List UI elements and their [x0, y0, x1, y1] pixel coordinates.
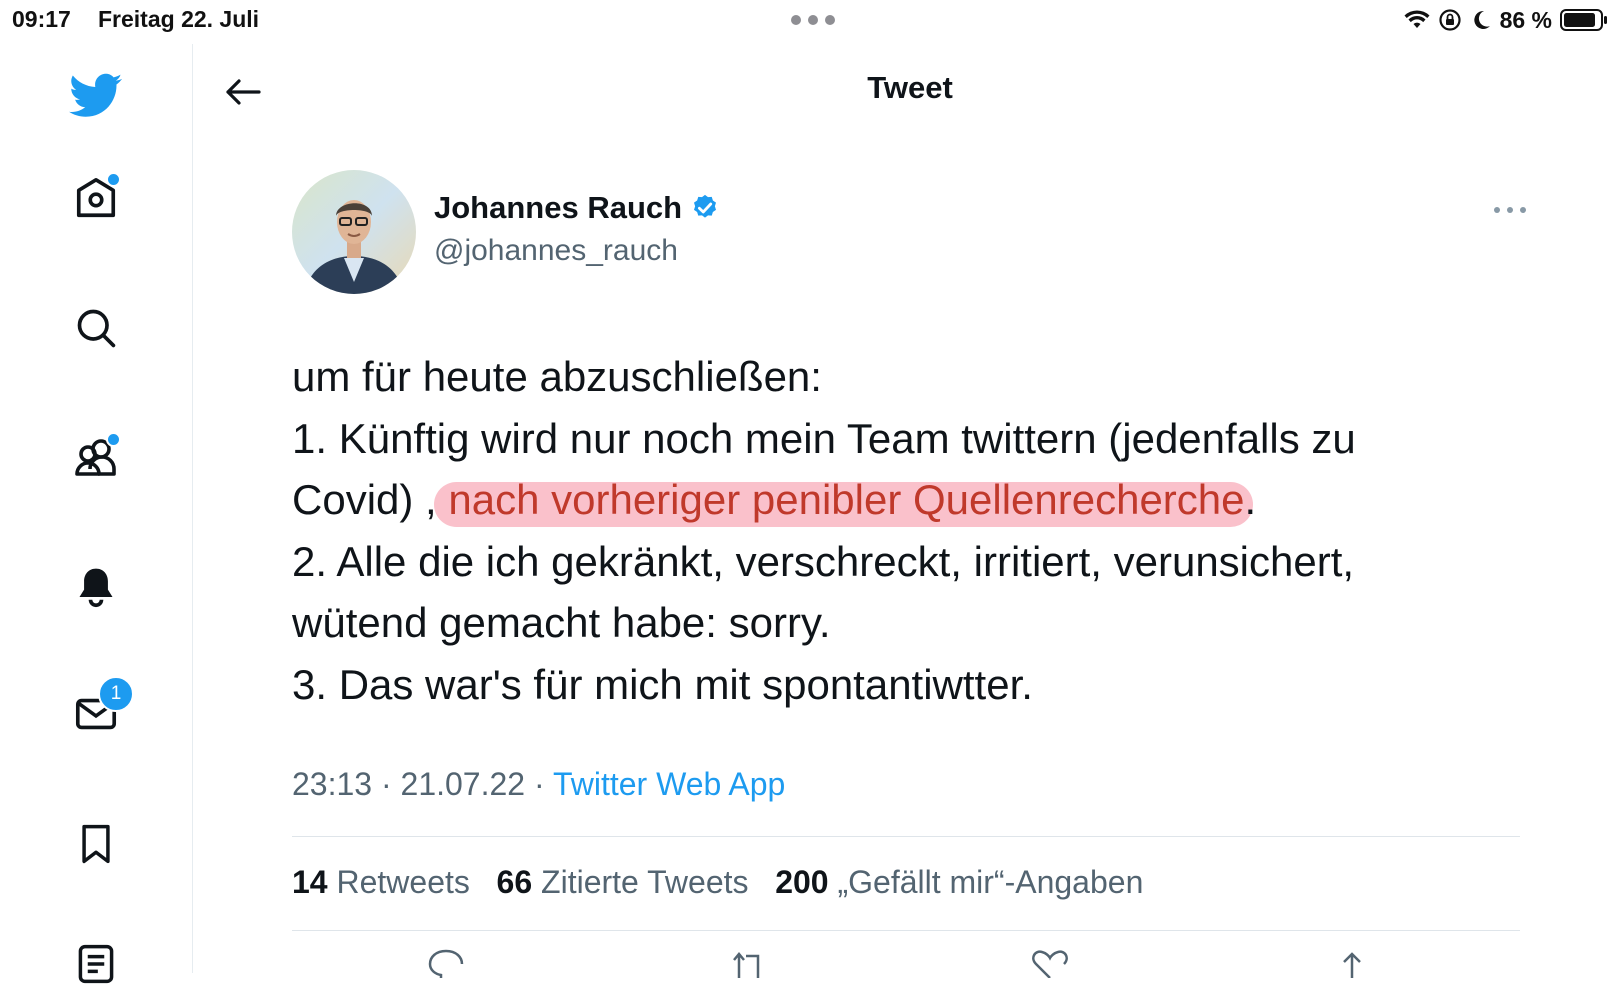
more-horizontal-icon[interactable] — [1490, 200, 1530, 220]
nav-lists[interactable] — [66, 934, 126, 994]
tweet-timestamp[interactable]: 23:13 · 21.07.22 · — [292, 766, 553, 802]
moon-icon — [1473, 10, 1490, 29]
back-button[interactable] — [220, 72, 266, 112]
retweet-icon[interactable] — [728, 948, 768, 978]
quotes-count: 66 — [496, 864, 533, 900]
tweet-stats: 14 Retweets 66 Zitierte Tweets 200 „Gefä… — [292, 864, 1143, 901]
retweets-stat[interactable]: 14 Retweets — [292, 864, 470, 900]
list-icon — [78, 944, 114, 984]
nav-messages[interactable]: 1 — [66, 676, 134, 744]
nav-notifications[interactable] — [66, 556, 126, 616]
share-icon[interactable] — [1332, 948, 1372, 978]
avatar[interactable] — [292, 170, 416, 294]
tweet-line-segment: . — [1244, 476, 1257, 523]
twitter-bird-icon — [69, 73, 123, 117]
highlighted-text: nach vorheriger penibler Quellenrecherch… — [448, 476, 1245, 523]
nav-communities[interactable] — [66, 428, 126, 488]
bell-icon — [79, 568, 113, 607]
verified-badge-icon — [694, 194, 717, 218]
search-icon — [77, 309, 116, 348]
status-date: Freitag 22. Juli — [98, 6, 260, 32]
orientation-lock-icon — [1438, 9, 1461, 31]
like-icon[interactable] — [1030, 948, 1070, 978]
reply-icon[interactable] — [426, 948, 466, 978]
author-handle[interactable]: @johannes_rauch — [434, 234, 678, 268]
tweet-line-highlighted: Covid) , nach vorheriger penibler Quelle… — [292, 469, 1542, 531]
tweet-meta: 23:13 · 21.07.22 · Twitter Web App — [292, 766, 785, 803]
tweet-line: 2. Alle die ich gekränkt, verschreckt, i… — [292, 537, 1355, 585]
retweets-count: 14 — [292, 864, 328, 900]
tweet-line: um für heute abzuschließen: — [292, 353, 822, 400]
nav-home[interactable] — [66, 168, 126, 228]
sidebar: 1 — [0, 44, 193, 984]
divider — [292, 836, 1520, 837]
status-bar: 09:17 Freitag 22. Juli 86 % — [0, 0, 1620, 44]
tweet-line-segment: Covid) , — [292, 476, 449, 523]
tweet-line: 3. Das war's für mich mit spontantiwtter… — [292, 660, 1033, 708]
author-photo — [292, 170, 416, 294]
battery-percent: 86 % — [1499, 6, 1552, 33]
tweet-source-link[interactable]: Twitter Web App — [553, 766, 785, 802]
author-name[interactable]: Johannes Rauch — [434, 190, 720, 226]
status-time: 09:17 — [12, 6, 71, 32]
likes-count: 200 — [775, 864, 829, 900]
page-title: Tweet — [867, 70, 953, 105]
retweets-label: Retweets — [336, 864, 470, 900]
communities-unread-dot — [106, 432, 121, 447]
tweet-text: um für heute abzuschließen: 1. Künftig w… — [292, 346, 1542, 715]
likes-label: „Gefällt mir“-Angaben — [837, 864, 1144, 900]
home-unread-dot — [106, 172, 121, 187]
messages-badge: 1 — [98, 676, 134, 712]
likes-stat[interactable]: 200 „Gefällt mir“-Angaben — [775, 864, 1143, 900]
bookmark-icon — [82, 824, 110, 864]
status-right: 86 % — [1404, 6, 1608, 34]
divider — [292, 930, 1520, 931]
nav-bookmarks[interactable] — [66, 814, 126, 874]
author-name-text: Johannes Rauch — [434, 190, 683, 225]
arrow-left-icon — [226, 79, 261, 105]
tweet-line: 1. Künftig wird nur noch mein Team twitt… — [292, 414, 1356, 462]
twitter-logo-button[interactable] — [66, 66, 126, 126]
multitasking-dots-icon[interactable] — [790, 14, 836, 26]
quotes-label: Zitierte Tweets — [541, 864, 749, 900]
tweet-line: wütend gemacht habe: sorry. — [292, 599, 831, 646]
quotes-stat[interactable]: 66 Zitierte Tweets — [497, 864, 749, 900]
battery-icon — [1560, 9, 1607, 31]
wifi-icon — [1404, 10, 1430, 28]
nav-explore[interactable] — [66, 298, 126, 358]
